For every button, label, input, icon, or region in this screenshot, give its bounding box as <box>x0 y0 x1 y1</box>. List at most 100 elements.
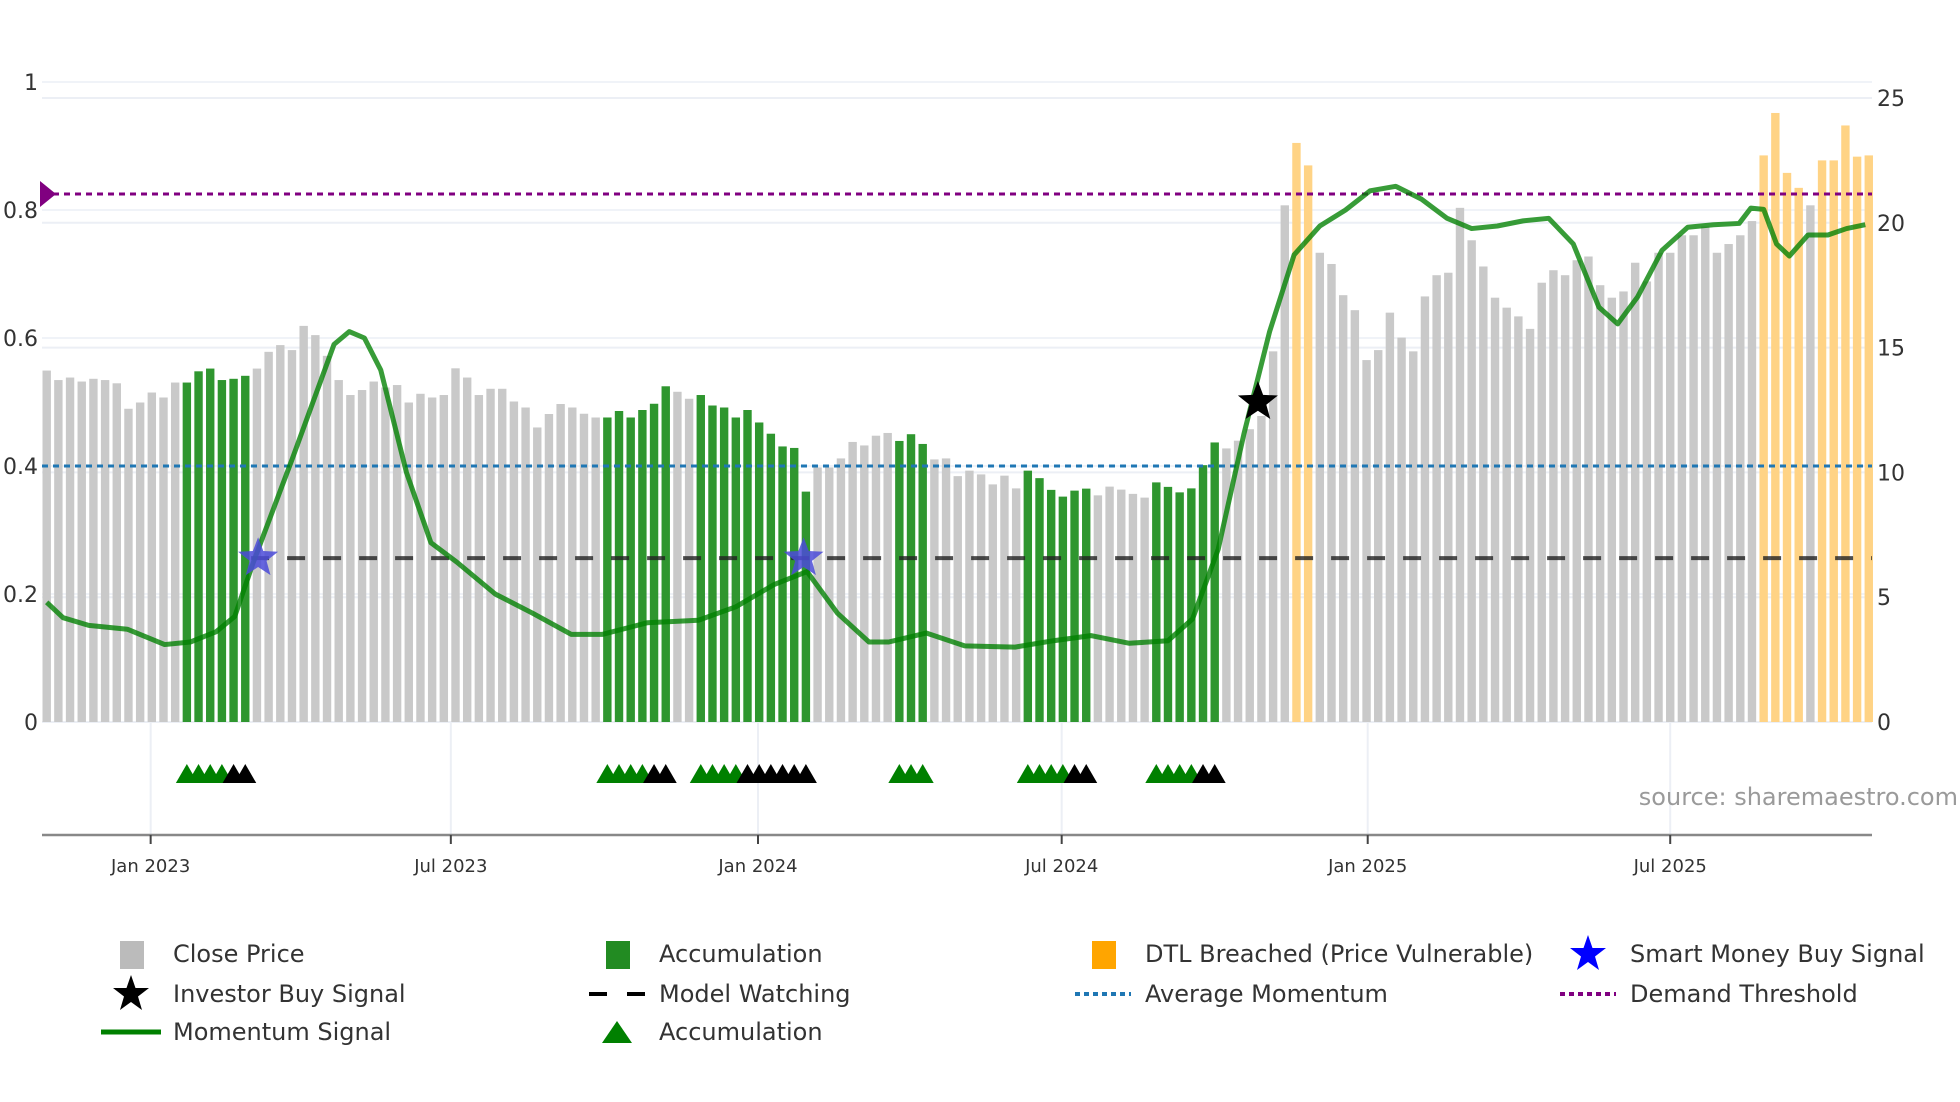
legend-label: Average Momentum <box>1145 980 1388 1008</box>
legend-label: Accumulation <box>659 940 823 968</box>
accumulation-bar <box>1187 488 1196 722</box>
x-tick-label: Jan 2023 <box>110 856 190 877</box>
right-tick-label: 10 <box>1877 461 1905 486</box>
close-price-bar <box>1000 475 1009 722</box>
close-price-bar <box>89 378 98 722</box>
green-line-icon <box>99 1016 163 1048</box>
accumulation-bar <box>638 410 647 722</box>
legend-momentum-signal[interactable]: Momentum Signal <box>101 1016 392 1048</box>
accumulation-bar <box>766 433 776 722</box>
close-price-bar <box>591 417 600 722</box>
dtl-breached-bar <box>1864 155 1873 722</box>
close-price-bar <box>1654 252 1663 722</box>
legend-close-price[interactable]: Close Price <box>120 938 305 970</box>
legend-accumulation-marker[interactable]: Accumulation <box>602 1016 823 1048</box>
close-price-bar <box>1315 252 1325 722</box>
legend-label: Momentum Signal <box>173 1018 392 1046</box>
close-price-bar <box>1362 360 1371 722</box>
close-price-bar <box>1689 235 1698 722</box>
legend-accumulation-bar[interactable]: Accumulation <box>606 938 823 970</box>
legend-label: DTL Breached (Price Vulnerable) <box>1145 940 1534 968</box>
black-star-icon <box>99 975 163 1010</box>
close-price-bar <box>100 380 110 722</box>
close-price-bar <box>930 459 939 722</box>
close-price-bar <box>568 407 577 722</box>
price-bars <box>42 112 1873 723</box>
green-square-icon <box>585 938 649 970</box>
close-price-bar <box>1011 488 1021 722</box>
accumulation-bar <box>731 417 741 722</box>
accumulation-bar <box>1152 482 1161 722</box>
close-price-bar <box>1572 260 1581 722</box>
close-price-bar <box>159 397 168 722</box>
dtl-breached-bar <box>1771 112 1780 722</box>
close-price-bar <box>1560 275 1570 722</box>
close-price-bar <box>579 413 589 722</box>
close-price-bar <box>848 441 857 722</box>
left-tick-label: 0.4 <box>3 455 38 480</box>
blue-star-icon <box>1556 935 1620 970</box>
close-price-bar <box>1724 244 1733 723</box>
accumulation-bar <box>1058 496 1068 722</box>
x-tick-label: Jan 2025 <box>1327 856 1407 877</box>
close-price-bar <box>334 380 343 722</box>
close-price-bar <box>1117 489 1126 722</box>
accumulation-bar <box>1070 490 1079 722</box>
close-price-bar <box>1409 351 1418 722</box>
close-price-bar <box>1420 296 1430 722</box>
accumulation-bar <box>1175 492 1184 722</box>
right-tick-label: 0 <box>1877 711 1891 736</box>
close-price-bar <box>1093 495 1103 722</box>
accumulation-bar <box>194 371 203 722</box>
close-price-bar <box>1537 282 1546 722</box>
dtl-breached-bar <box>1303 165 1313 723</box>
close-price-bar <box>1350 310 1360 722</box>
close-price-bar <box>1490 297 1500 722</box>
close-price-bar <box>462 377 472 722</box>
legend-label: Demand Threshold <box>1630 980 1858 1008</box>
close-price-bar <box>357 390 367 722</box>
legend-smart-money-buy[interactable]: Smart Money Buy Signal <box>1570 935 1925 970</box>
source-label: source: sharemaestro.com <box>1639 783 1958 811</box>
close-price-bar <box>953 476 962 722</box>
close-price-bar <box>1806 205 1815 722</box>
legend-dtl-breached[interactable]: DTL Breached (Price Vulnerable) <box>1092 938 1534 970</box>
legend-demand-threshold[interactable]: Demand Threshold <box>1560 978 1858 1010</box>
dtl-breached-bar <box>1794 187 1803 722</box>
close-price-bar <box>264 351 273 722</box>
accumulation-bar <box>743 410 752 722</box>
close-price-bar <box>813 467 822 722</box>
close-price-bar <box>1619 291 1628 722</box>
close-price-bar <box>322 355 332 722</box>
close-price-bar <box>486 388 495 722</box>
close-price-bar <box>1385 312 1395 722</box>
close-price-bar <box>135 402 145 722</box>
close-price-bar <box>276 345 285 722</box>
accumulation-bar <box>1163 486 1173 722</box>
dtl-breached-bar <box>1841 125 1850 723</box>
accumulation-bar <box>241 375 250 722</box>
legend-label: Smart Money Buy Signal <box>1630 940 1925 968</box>
legend-label: Investor Buy Signal <box>173 980 406 1008</box>
legend-label: Accumulation <box>659 1018 823 1046</box>
dtl-breached-bar <box>1817 160 1827 722</box>
close-price-bar <box>299 325 308 722</box>
legend-model-watching[interactable]: Model Watching <box>589 978 851 1010</box>
accumulation-bar <box>708 405 717 722</box>
close-price-bar <box>965 470 974 722</box>
legend-investor-buy[interactable]: Investor Buy Signal <box>113 975 406 1010</box>
close-price-bar <box>673 391 682 722</box>
legend-average-momentum[interactable]: Average Momentum <box>1075 978 1388 1010</box>
dotted-purple-line-icon <box>1556 978 1620 1010</box>
close-price-bar <box>1666 252 1675 722</box>
accumulation-bar <box>1082 488 1091 722</box>
accumulation-bar <box>801 491 811 722</box>
close-price-bar <box>369 381 378 722</box>
close-price-bar <box>1747 221 1757 722</box>
close-price-bar <box>521 407 530 722</box>
close-price-bar <box>65 377 75 722</box>
close-price-bar <box>77 381 86 722</box>
close-price-bar <box>1128 493 1138 722</box>
close-price-bar <box>54 380 63 722</box>
left-tick-label: 0.6 <box>3 327 38 352</box>
